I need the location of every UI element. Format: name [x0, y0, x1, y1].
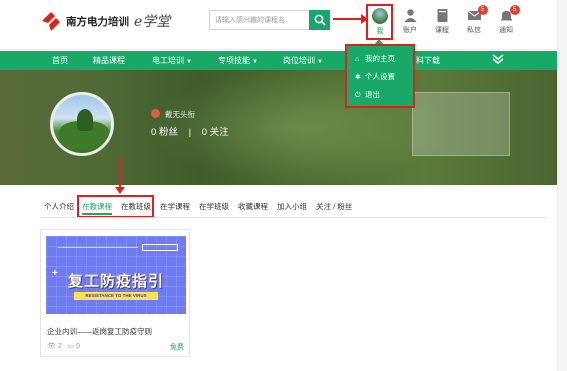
thumbnail-line	[58, 247, 138, 248]
fans-count: 0	[151, 127, 157, 138]
search-button[interactable]	[309, 10, 330, 30]
nav-item-download[interactable]: 料下载	[416, 51, 440, 70]
profile-stats: 0 粉丝 | 0 关注	[151, 124, 229, 138]
course-card[interactable]: + 复工防疫指引 RESISTANCE TO THE VIRUS 企业内训——返…	[40, 229, 190, 357]
banner-panel	[412, 92, 510, 156]
nav-course[interactable]: 课程	[428, 8, 456, 35]
bell-icon: 5	[499, 5, 520, 23]
thumbnail-ribbon: RESISTANCE TO THE VIRUS	[74, 292, 158, 300]
profile-avatar[interactable]	[50, 92, 114, 156]
menu-item-settings-label: 个人设置	[365, 72, 395, 81]
follow-count: 0	[201, 127, 207, 138]
thumbnail-title: 复工防疫指引	[68, 272, 165, 290]
plus-icon: +	[52, 268, 58, 279]
top-header: 南方电力培训 e学堂 我 账户 课程 5 私信	[0, 0, 567, 50]
tab-follow-fans[interactable]: 关注 / 粉丝	[316, 199, 352, 215]
nav-messages[interactable]: 5 私信	[460, 5, 488, 35]
brand-name: 南方电力培训	[66, 15, 129, 28]
tabs-divider	[40, 217, 547, 218]
page-scrollbar[interactable]	[557, 0, 567, 371]
tab-learning-classes[interactable]: 在学班级	[199, 199, 229, 215]
course-meta: 👁 2 ▭ 0	[47, 342, 80, 350]
nav-notice-label: 通知	[499, 27, 513, 34]
main-nav: 首页 精品课程 电工培训 ▼ 专项技能 ▼ 岗位培训 ▼ 料下载	[0, 51, 567, 70]
chevron-down-icon: ▼	[252, 59, 258, 65]
messages-badge: 5	[477, 5, 488, 15]
menu-item-logout[interactable]: ⏻ 退出	[355, 88, 380, 102]
chevron-down-icon: ▼	[186, 59, 192, 65]
user-level-icon	[151, 109, 160, 118]
nav-notice[interactable]: 5 通知	[492, 5, 520, 35]
course-price: 免费	[170, 344, 184, 351]
home-icon: ⌂	[355, 56, 360, 63]
menu-item-home-label: 我的主页	[365, 54, 395, 63]
user-dropdown-menu: ⌂ 我的主页 ✱ 个人设置 ⏻ 退出	[345, 44, 415, 108]
nav-item-skills[interactable]: 专项技能 ▼	[218, 51, 258, 70]
menu-item-logout-label: 退出	[365, 90, 380, 99]
menu-item-home[interactable]: ⌂ 我的主页	[355, 52, 395, 66]
eye-icon: 👁	[47, 343, 56, 350]
notice-badge: 5	[509, 5, 520, 15]
logo-icon	[40, 10, 62, 32]
double-chevron-down-icon[interactable]	[492, 53, 504, 68]
nav-item-post-label: 岗位培训	[283, 56, 315, 65]
site-logo[interactable]: 南方电力培训 e学堂	[40, 10, 170, 32]
view-count: 2	[57, 343, 62, 350]
power-icon: ⏻	[355, 92, 361, 99]
nav-item-electrician[interactable]: 电工培训 ▼	[152, 51, 192, 70]
nav-item-post[interactable]: 岗位培训 ▼	[283, 51, 323, 70]
course-thumbnail[interactable]: + 复工防疫指引 RESISTANCE TO THE VIRUS	[46, 236, 186, 314]
annotation-box-me	[366, 4, 393, 40]
nav-item-premium[interactable]: 精品课程	[93, 51, 125, 70]
mail-icon: 5	[467, 5, 488, 23]
chevron-down-icon: ▼	[317, 59, 323, 65]
profile-username: 戴无头衔	[165, 110, 195, 119]
nav-item-electrician-label: 电工培训	[152, 56, 184, 65]
tab-favorite-courses[interactable]: 收藏课程	[238, 199, 268, 215]
search-box	[209, 10, 309, 30]
nav-account-label: 账户	[403, 27, 417, 34]
tab-learning-courses[interactable]: 在学课程	[160, 199, 190, 215]
nav-account[interactable]: 账户	[396, 8, 424, 35]
nav-item-skills-label: 专项技能	[218, 56, 250, 65]
brand-script: e学堂	[134, 14, 171, 30]
search-icon	[314, 14, 326, 26]
nav-course-label: 课程	[435, 27, 449, 34]
search-input[interactable]	[210, 11, 309, 29]
nav-item-home[interactable]: 首页	[52, 51, 68, 70]
follow-label[interactable]: 关注	[210, 127, 229, 138]
annotation-arrow-right	[333, 14, 368, 24]
stats-separator: |	[188, 127, 192, 138]
annotation-box-tabs	[77, 195, 154, 218]
course-title[interactable]: 企业内训——返岗复工防疫守则	[47, 326, 152, 337]
book-icon	[435, 8, 450, 23]
fans-label[interactable]: 粉丝	[159, 127, 178, 138]
tab-intro[interactable]: 个人介绍	[44, 199, 74, 215]
account-icon	[403, 8, 418, 23]
nav-messages-label: 私信	[467, 27, 481, 34]
gear-icon: ✱	[355, 74, 361, 81]
tab-joined-groups[interactable]: 加入小组	[277, 199, 307, 215]
menu-item-settings[interactable]: ✱ 个人设置	[355, 70, 395, 84]
avatar-tree	[77, 109, 93, 131]
annotation-arrow-down	[115, 158, 125, 194]
thumbnail-frame	[142, 244, 178, 251]
comment-count: 0	[76, 343, 81, 350]
comment-icon: ▭	[67, 343, 75, 350]
